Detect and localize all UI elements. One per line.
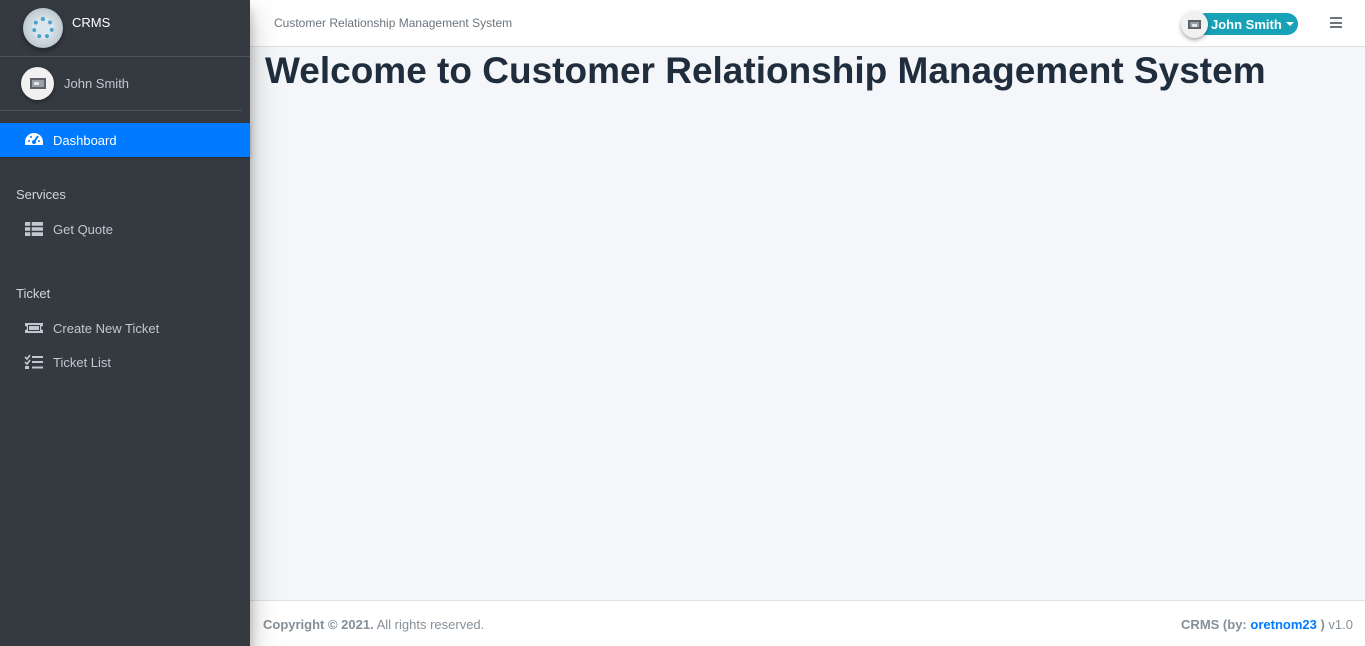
sidebar-item-get-quote[interactable]: Get Quote <box>0 212 250 246</box>
user-menu-button[interactable]: John Smith <box>1181 10 1298 38</box>
sidebar-item-label: Get Quote <box>53 221 113 237</box>
speedometer-icon <box>24 132 44 148</box>
sidebar-user-name[interactable]: John Smith <box>64 76 129 91</box>
hamburger-menu-icon[interactable] <box>1330 17 1342 28</box>
main-content: Welcome to Customer Relationship Managem… <box>250 47 1365 600</box>
footer: Copyright © 2021. All rights reserved. C… <box>250 600 1365 646</box>
sidebar-item-ticket-list[interactable]: Ticket List <box>0 345 250 379</box>
app-root: CRMS John Smith Dashboard Services Get Q… <box>0 0 1365 646</box>
nav-header-ticket: Ticket <box>16 285 51 301</box>
footer-copyright: Copyright © 2021. All rights reserved. <box>263 617 484 632</box>
topbar-title: Customer Relationship Management System <box>274 16 513 30</box>
avatar <box>1181 10 1208 38</box>
rights-text: All rights reserved. <box>373 617 485 632</box>
user-menu-name: John Smith <box>1211 16 1282 32</box>
sidebar-item-dashboard[interactable]: Dashboard <box>0 123 250 157</box>
page-title: Welcome to Customer Relationship Managem… <box>265 50 1266 91</box>
brand-link[interactable]: CRMS <box>0 0 250 57</box>
nav-header-services: Services <box>16 186 66 202</box>
sidebar-item-label: Ticket List <box>53 354 112 370</box>
brand-name: CRMS <box>72 15 111 30</box>
sidebar-nav: Dashboard Services Get Quote Ticket Crea… <box>0 111 250 379</box>
table-icon <box>24 221 44 237</box>
copyright-text: Copyright © 2021. <box>263 617 374 632</box>
sidebar-item-label: Create New Ticket <box>53 320 160 336</box>
sidebar-user-panel: John Smith <box>0 57 242 111</box>
credit-suffix: ) <box>1316 617 1325 632</box>
author-link[interactable]: oretnom23 <box>1250 617 1316 632</box>
sidebar: CRMS John Smith Dashboard Services Get Q… <box>0 0 250 646</box>
tasks-list-icon <box>24 354 44 370</box>
sidebar-item-label: Dashboard <box>53 132 117 148</box>
avatar <box>21 67 54 100</box>
ticket-icon <box>24 320 44 336</box>
credit-prefix: CRMS (by: <box>1181 617 1251 632</box>
footer-credit: CRMS (by: oretnom23 ) v1.0 <box>1181 617 1353 632</box>
sidebar-item-create-ticket[interactable]: Create New Ticket <box>0 311 250 345</box>
top-navbar: Customer Relationship Management System … <box>250 0 1365 47</box>
gear-logo-icon <box>23 8 63 48</box>
version-text: v1.0 <box>1324 617 1353 632</box>
caret-down-icon <box>1285 22 1294 26</box>
